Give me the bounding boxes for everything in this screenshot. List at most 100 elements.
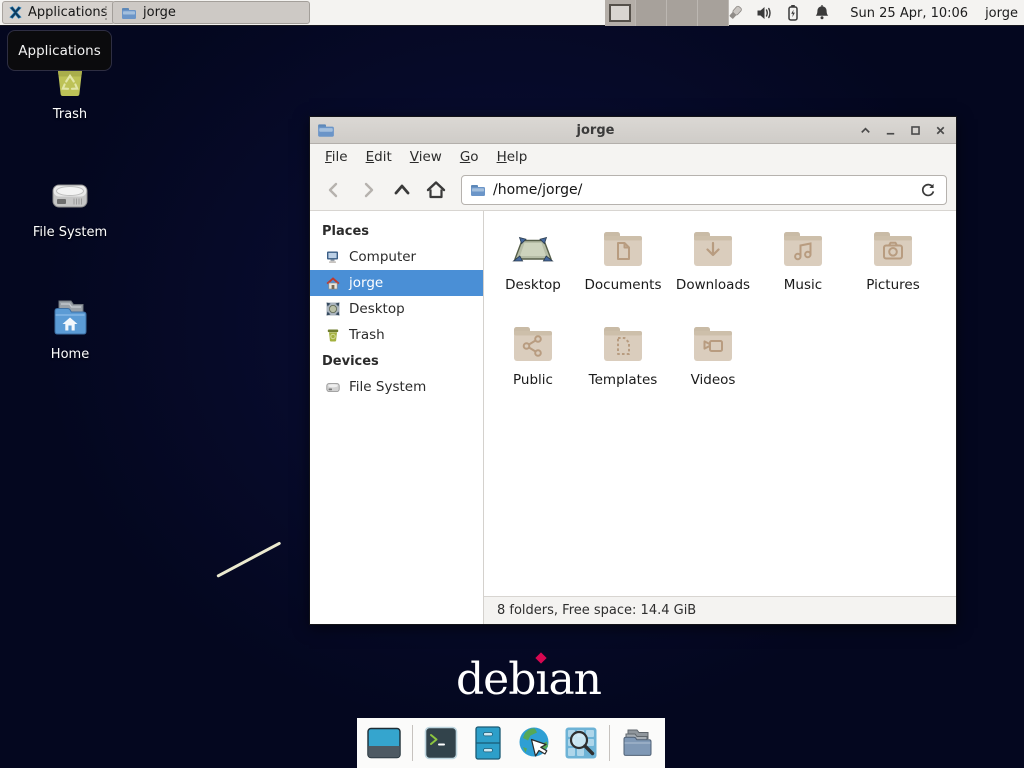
top-panel: Applications jorge xyxy=(0,0,1024,26)
file-view[interactable]: Desktop Documents xyxy=(484,211,956,624)
videos-folder-icon xyxy=(689,320,737,368)
panel-clock[interactable]: Sun 25 Apr, 10:06 xyxy=(850,6,968,21)
terminal-icon xyxy=(422,724,460,762)
removable-device-icon[interactable] xyxy=(726,4,744,22)
folder-item-templates[interactable]: Templates xyxy=(578,320,668,415)
up-button[interactable] xyxy=(387,175,417,205)
dock-separator xyxy=(609,725,610,761)
window-titlebar[interactable]: jorge xyxy=(310,117,956,144)
desktop-icon xyxy=(325,301,341,317)
pictures-folder-icon xyxy=(869,225,917,273)
panel-drag-handle[interactable] xyxy=(104,6,108,20)
shade-button[interactable] xyxy=(856,121,874,139)
templates-folder-icon xyxy=(599,320,647,368)
status-bar: 8 folders, Free space: 14.4 GiB xyxy=(484,596,956,624)
downloads-folder-icon xyxy=(689,225,737,273)
folder-item-public[interactable]: Public xyxy=(488,320,578,415)
folder-item-documents[interactable]: Documents xyxy=(578,225,668,320)
workspace-switcher[interactable] xyxy=(605,0,729,26)
hard-drive-icon xyxy=(46,172,94,220)
folder-label: Desktop xyxy=(488,277,578,293)
workspace-3[interactable] xyxy=(667,0,698,26)
folder-label: Pictures xyxy=(848,277,938,293)
reload-icon[interactable] xyxy=(918,180,938,200)
show-desktop-icon xyxy=(365,724,403,762)
taskbar-window-button[interactable]: jorge xyxy=(112,1,310,24)
sidebar-item-jorge[interactable]: jorge xyxy=(310,270,483,296)
sidebar-item-desktop-label: Desktop xyxy=(349,301,405,317)
window-folder-icon xyxy=(121,5,137,21)
dock-separator xyxy=(412,725,413,761)
folder-item-downloads[interactable]: Downloads xyxy=(668,225,758,320)
back-button[interactable] xyxy=(319,175,349,205)
menu-go[interactable]: Go xyxy=(451,145,488,169)
sidebar-item-computer[interactable]: Computer xyxy=(310,244,483,270)
applications-menu-button[interactable]: Applications xyxy=(2,1,115,24)
application-finder-launcher[interactable] xyxy=(559,721,603,765)
sidebar-item-desktop[interactable]: Desktop xyxy=(310,296,483,322)
minimize-button[interactable] xyxy=(881,121,899,139)
show-desktop-button[interactable] xyxy=(362,721,406,765)
folder-label: Videos xyxy=(668,372,758,388)
desktop-icon-file-system[interactable]: File System xyxy=(22,172,118,240)
drive-small-icon xyxy=(325,379,341,395)
volume-icon[interactable] xyxy=(755,4,773,22)
applications-tooltip: Applications xyxy=(7,30,112,71)
music-folder-icon xyxy=(779,225,827,273)
desktop-icon-trash-label: Trash xyxy=(22,107,118,122)
menu-file[interactable]: File xyxy=(316,145,357,169)
location-folder-icon xyxy=(470,182,486,198)
notification-bell-icon[interactable] xyxy=(813,4,831,22)
location-bar[interactable]: /home/jorge/ xyxy=(461,175,947,205)
directory-folder-icon xyxy=(619,724,657,762)
sidebar-item-file-system[interactable]: File System xyxy=(310,374,483,400)
computer-icon xyxy=(325,249,341,265)
sidebar-item-trash-label: Trash xyxy=(349,327,385,343)
menu-bar: File Edit View Go Help xyxy=(310,144,956,170)
desktop-icon-home[interactable]: Home xyxy=(22,294,118,362)
desktop-icon-home-label: Home xyxy=(22,347,118,362)
application-finder-icon xyxy=(562,724,600,762)
debian-wallpaper-logo: debıan xyxy=(456,658,601,702)
sidebar-item-trash[interactable]: Trash xyxy=(310,322,483,348)
file-manager-launcher[interactable] xyxy=(466,721,510,765)
status-bar-text: 8 folders, Free space: 14.4 GiB xyxy=(497,603,696,618)
home-button[interactable] xyxy=(421,175,451,205)
workspace-1[interactable] xyxy=(605,0,636,26)
web-browser-globe-icon xyxy=(515,724,553,762)
battery-icon[interactable] xyxy=(784,4,802,22)
folder-item-videos[interactable]: Videos xyxy=(668,320,758,415)
bottom-dock-panel xyxy=(357,718,665,768)
debian-logo-text-end: an xyxy=(548,654,601,705)
debian-logo-text: deb xyxy=(456,654,535,705)
xfce-logo-icon xyxy=(8,5,23,20)
menu-help[interactable]: Help xyxy=(488,145,537,169)
devices-header: Devices xyxy=(310,348,483,374)
places-header: Places xyxy=(310,218,483,244)
web-browser-launcher[interactable] xyxy=(512,721,556,765)
folder-item-pictures[interactable]: Pictures xyxy=(848,225,938,320)
workspace-2[interactable] xyxy=(636,0,667,26)
files-grid: Desktop Documents xyxy=(488,225,938,415)
maximize-button[interactable] xyxy=(906,121,924,139)
folder-item-music[interactable]: Music xyxy=(758,225,848,320)
location-path[interactable]: /home/jorge/ xyxy=(493,182,911,198)
toolbar: /home/jorge/ xyxy=(310,170,956,211)
folder-label: Downloads xyxy=(668,277,758,293)
workspace-window-preview xyxy=(609,4,631,22)
menu-view[interactable]: View xyxy=(401,145,451,169)
directory-menu-button[interactable] xyxy=(616,721,660,765)
folder-label: Documents xyxy=(578,277,668,293)
folder-label: Templates xyxy=(578,372,668,388)
workspace-4[interactable] xyxy=(698,0,729,26)
file-manager-window: jorge File Edit View Go Help xyxy=(309,116,957,625)
home-icon xyxy=(325,275,341,291)
panel-username[interactable]: jorge xyxy=(985,6,1018,21)
desktop-special-icon xyxy=(509,225,557,273)
close-button[interactable] xyxy=(931,121,949,139)
folder-item-desktop[interactable]: Desktop xyxy=(488,225,578,320)
forward-button[interactable] xyxy=(353,175,383,205)
terminal-launcher[interactable] xyxy=(419,721,463,765)
menu-edit[interactable]: Edit xyxy=(357,145,401,169)
home-folder-icon xyxy=(46,294,94,342)
